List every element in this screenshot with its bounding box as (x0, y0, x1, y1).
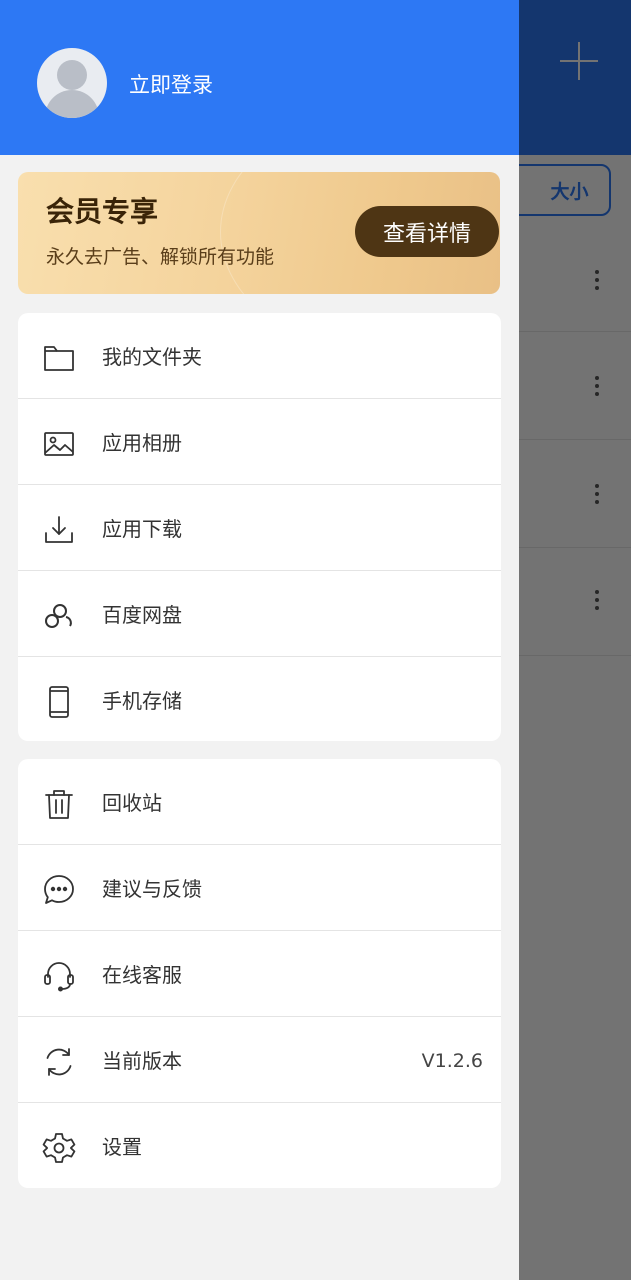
folder-icon (42, 341, 76, 375)
menu-item-label: 应用下载 (102, 517, 182, 541)
menu-item-phone-storage[interactable]: 手机存储 (18, 657, 501, 741)
view-details-button[interactable]: 查看详情 (355, 206, 499, 257)
menu-item-online-service[interactable]: 在线客服 (18, 931, 501, 1017)
vip-subtitle: 永久去广告、解锁所有功能 (46, 246, 275, 268)
vip-title: 会员专享 (46, 195, 159, 228)
menu-item-label: 手机存储 (102, 689, 182, 713)
menu-item-label: 百度网盘 (102, 603, 182, 627)
version-value: V1.2.6 (421, 1050, 483, 1072)
refresh-icon (42, 1045, 76, 1079)
menu-item-current-version[interactable]: 当前版本 V1.2.6 (18, 1017, 501, 1103)
side-drawer: 立即登录 会员专享 永久去广告、解锁所有功能 查看详情 我的文件夹 应用相册 应… (0, 0, 519, 1280)
menu-item-label: 在线客服 (102, 963, 182, 987)
menu-item-recycle-bin[interactable]: 回收站 (18, 759, 501, 845)
menu-item-label: 设置 (102, 1135, 142, 1159)
avatar[interactable] (37, 48, 107, 118)
menu-item-settings[interactable]: 设置 (18, 1103, 501, 1188)
phone-icon (42, 685, 76, 719)
drawer-header: 立即登录 (0, 0, 519, 155)
menu-item-feedback[interactable]: 建议与反馈 (18, 845, 501, 931)
menu-group-files: 我的文件夹 应用相册 应用下载 百度网盘 手机存储 (18, 313, 501, 741)
menu-item-label: 当前版本 (102, 1049, 182, 1073)
menu-item-label: 建议与反馈 (102, 877, 202, 901)
trash-icon (42, 787, 76, 821)
login-link[interactable]: 立即登录 (129, 71, 213, 99)
menu-item-app-download[interactable]: 应用下载 (18, 485, 501, 571)
gear-icon (42, 1131, 76, 1165)
image-icon (42, 427, 76, 461)
menu-item-label: 应用相册 (102, 431, 182, 455)
cloud-disk-icon (42, 599, 76, 633)
chat-icon (42, 873, 76, 907)
menu-group-support: 回收站 建议与反馈 在线客服 当前版本 V1.2.6 设置 (18, 759, 501, 1188)
download-icon (42, 513, 76, 547)
menu-item-baidu-disk[interactable]: 百度网盘 (18, 571, 501, 657)
headset-icon (42, 959, 76, 993)
menu-item-app-album[interactable]: 应用相册 (18, 399, 501, 485)
menu-item-label: 回收站 (102, 791, 162, 815)
menu-item-my-folder[interactable]: 我的文件夹 (18, 313, 501, 399)
vip-banner[interactable]: 会员专享 永久去广告、解锁所有功能 查看详情 (18, 172, 500, 294)
menu-item-label: 我的文件夹 (102, 345, 202, 369)
